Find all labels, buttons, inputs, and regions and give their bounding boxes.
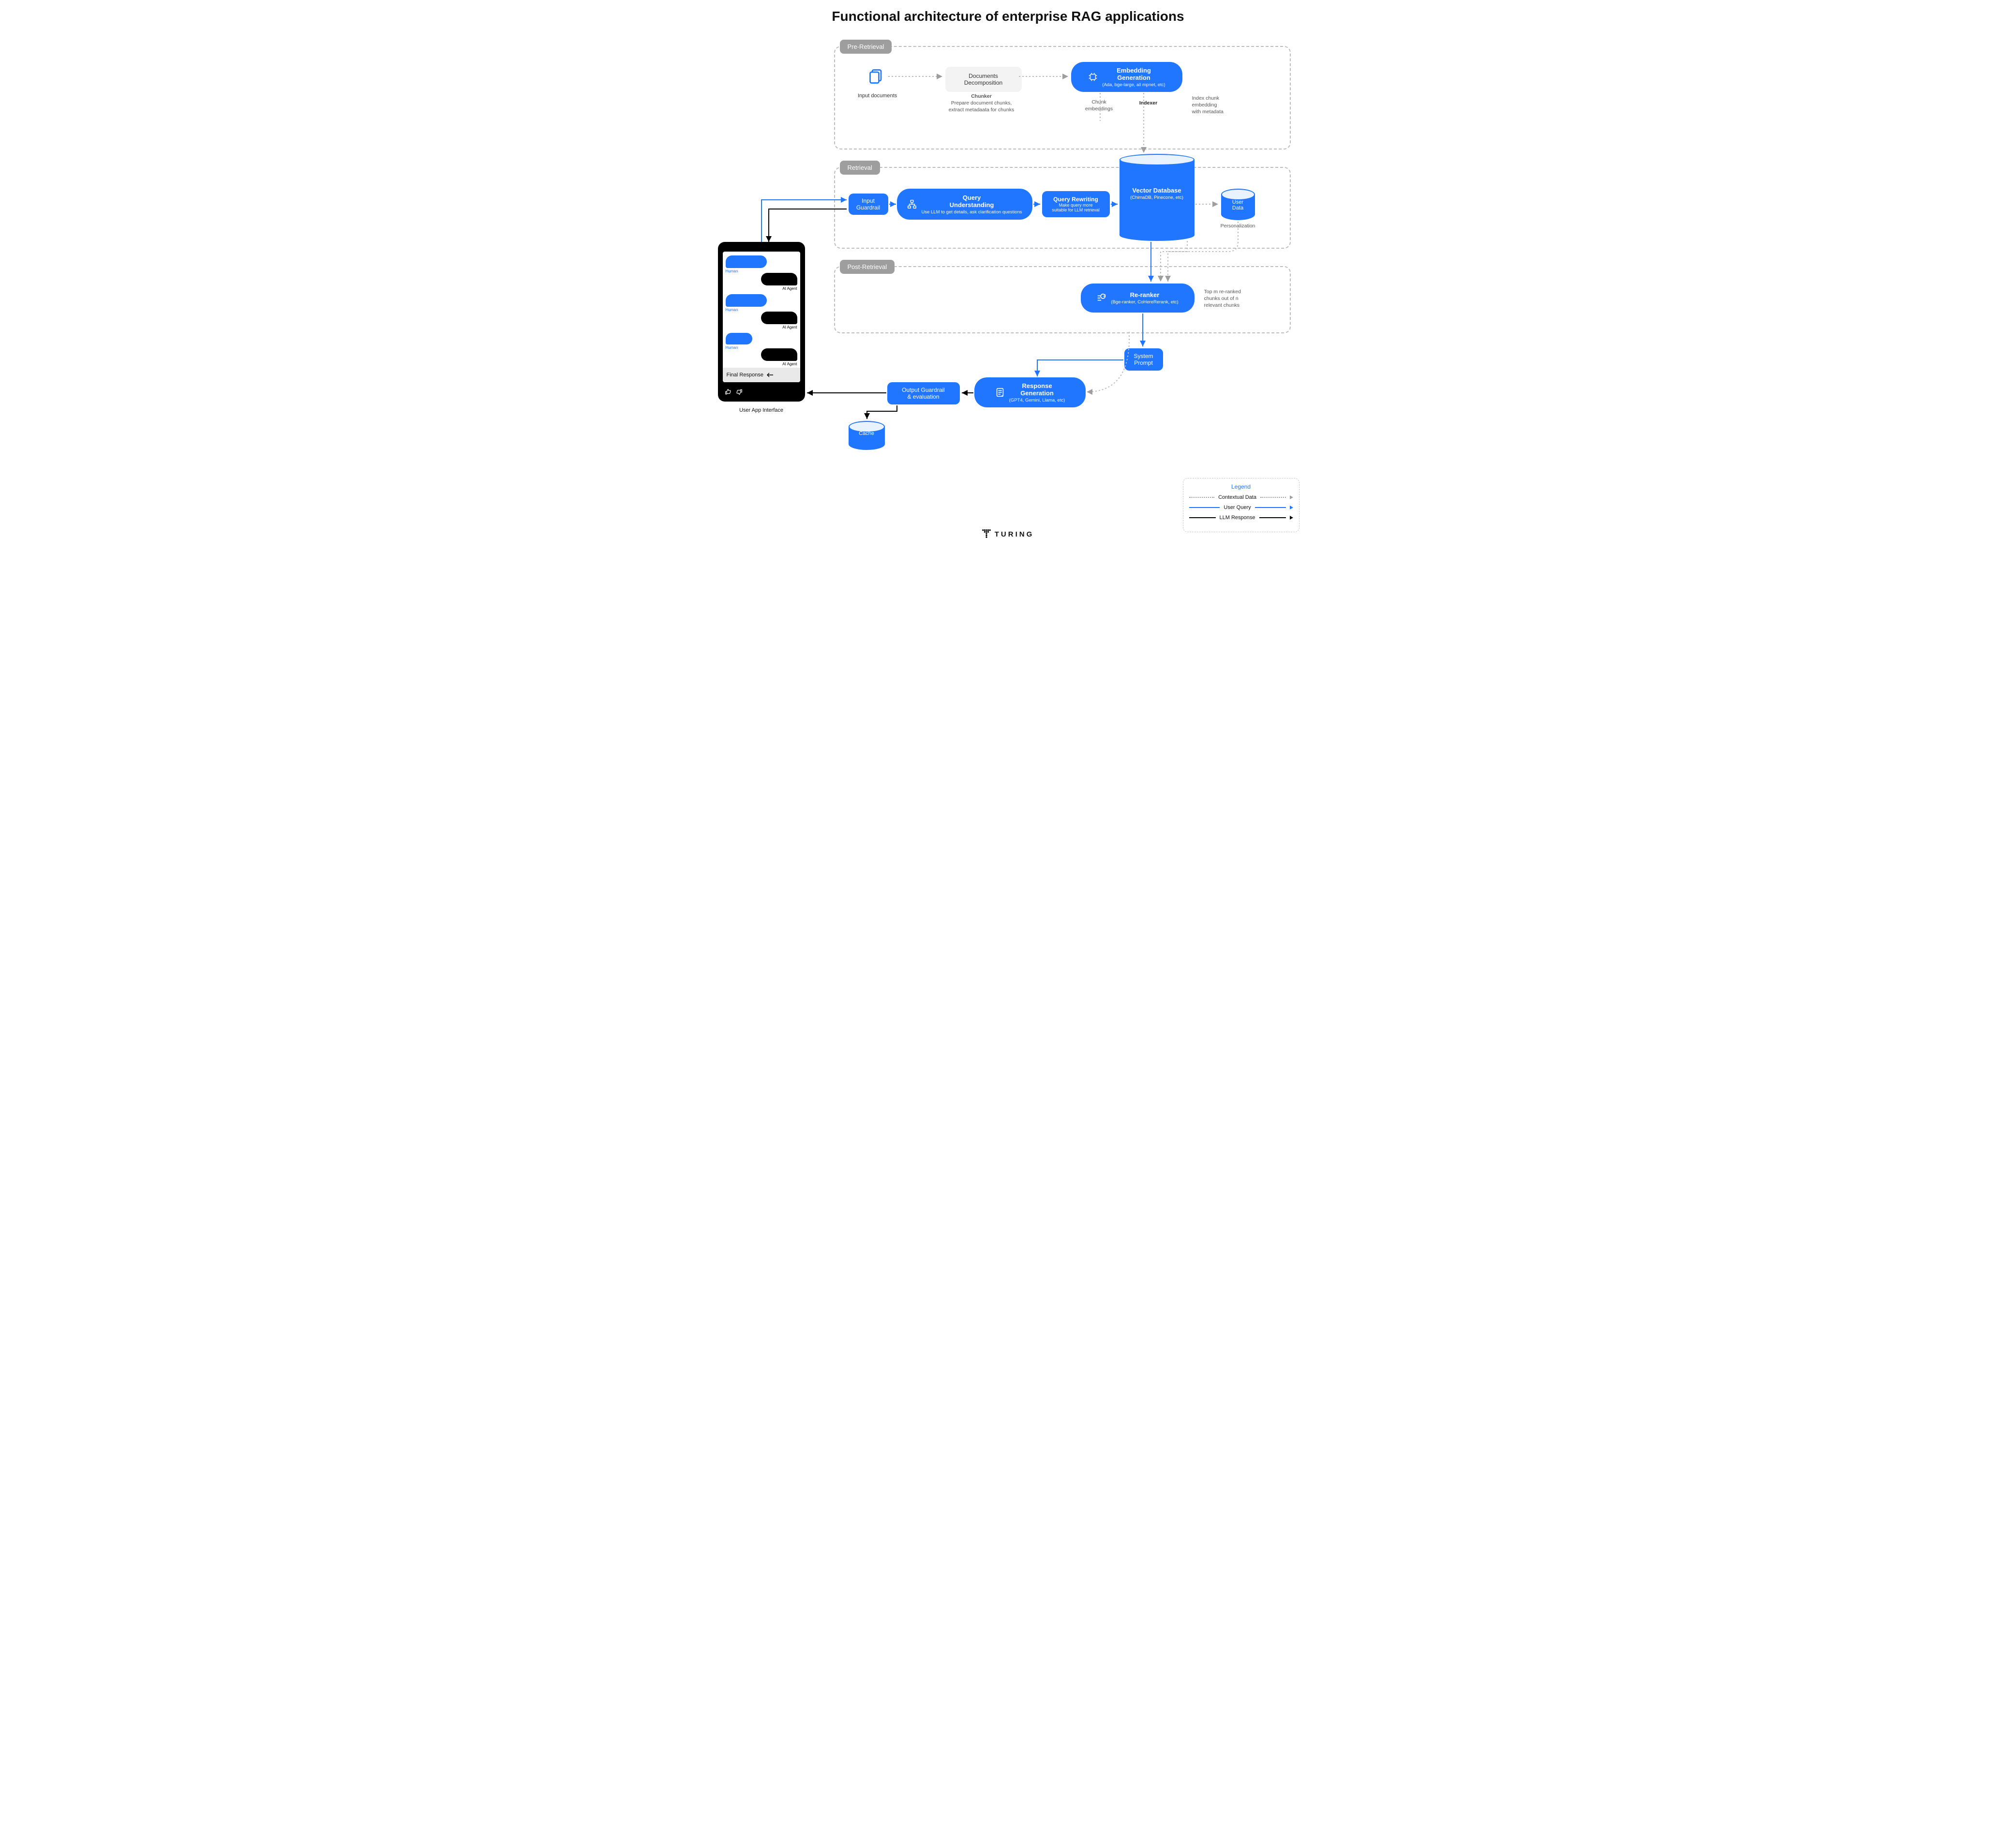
chunker-title: Chunker xyxy=(971,93,992,99)
vector-database-cylinder: Vector Database (ChimaDB, Pinecone, etc) xyxy=(1120,154,1195,241)
phone-caption: User App Interface xyxy=(718,407,805,413)
tree-icon xyxy=(907,199,917,209)
vector-db-desc: (ChimaDB, Pinecone, etc) xyxy=(1120,195,1195,200)
chat-label-agent: AI Agent xyxy=(782,325,797,329)
personalization-label: Personalization xyxy=(1216,223,1260,229)
reranker-desc: (Bge-ranker, CoHereRerank, etc) xyxy=(1111,299,1178,305)
final-response-label: Final Response xyxy=(727,372,763,378)
thumbs-down-icon xyxy=(736,389,743,395)
brand-text: TURING xyxy=(995,530,1034,538)
vector-db-title: Vector Database xyxy=(1120,187,1195,194)
phase-retrieval-tag: Retrieval xyxy=(840,161,880,175)
chat-bubble-human xyxy=(726,333,752,344)
input-documents-label: Input documents xyxy=(849,93,907,99)
cache-cylinder: Cache xyxy=(849,421,885,450)
arrow-left-icon xyxy=(766,373,773,377)
query-understanding-title: Query Understanding xyxy=(921,194,1022,209)
legend-box: Legend Contextual Data User Query LLM Re… xyxy=(1183,478,1299,532)
rerank-icon xyxy=(1096,293,1107,303)
chunk-embeddings-label: Chunk embeddings xyxy=(1080,99,1119,112)
legend-row-userquery: User Query xyxy=(1189,505,1293,510)
chat-bubble-agent xyxy=(761,348,797,361)
user-data-cylinder: User Data xyxy=(1221,189,1255,220)
chunker-desc: Prepare document chunks, extract metadaa… xyxy=(949,100,1014,113)
indexer-label: Indexer xyxy=(1134,100,1163,106)
output-guardrail-node: Output Guardrail & evaluation xyxy=(887,382,960,404)
documents-decomposition-node: Documents Decomposition xyxy=(945,67,1022,92)
embedding-desc: (Ada, bge-large, all mpnet, etc) xyxy=(1102,82,1165,88)
user-data-label: User Data xyxy=(1221,199,1255,211)
chunker-caption: Chunker Prepare document chunks, extract… xyxy=(941,93,1023,114)
chat-bubble-agent xyxy=(761,273,797,285)
chat-bubble-human xyxy=(726,294,767,307)
response-generation-node: Response Generation (GPT4, Gemini, Llama… xyxy=(974,377,1086,407)
query-rewriting-node: Query Rewriting Make query more suitable… xyxy=(1042,191,1110,217)
reranker-title: Re-ranker xyxy=(1111,291,1178,299)
thumbs-up-icon xyxy=(725,389,732,395)
chat-bubble-agent xyxy=(761,312,797,324)
chat-label-agent: AI Agent xyxy=(782,286,797,291)
legend-row-llm: LLM Response xyxy=(1189,515,1293,521)
turing-logo-icon xyxy=(982,529,991,540)
chat-label-human: Human xyxy=(726,269,738,273)
brand-footer: TURING xyxy=(703,529,1313,540)
response-gen-desc: (GPT4, Gemini, Llama, etc) xyxy=(1009,398,1065,403)
index-note-label: Index chunk embedding with metadata xyxy=(1192,95,1245,116)
legend-llm-label: LLM Response xyxy=(1220,515,1255,521)
phase-post-retrieval-tag: Post-Retrieval xyxy=(840,260,895,274)
chat-label-human: Human xyxy=(726,345,738,350)
phase-pre-retrieval-tag: Pre-Retrieval xyxy=(840,40,892,54)
system-prompt-node: System Prompt xyxy=(1124,348,1163,371)
embedding-generation-node: Embedding Generation (Ada, bge-large, al… xyxy=(1071,62,1182,92)
chip-icon xyxy=(1088,72,1098,82)
phone-screen: Human AI Agent Human AI Agent Human AI A… xyxy=(723,252,800,382)
legend-userquery-label: User Query xyxy=(1224,505,1251,510)
reranker-note: Top m re-ranked chunks out of n relevant… xyxy=(1204,288,1262,309)
cache-label: Cache xyxy=(849,431,885,436)
chat-label-human: Human xyxy=(726,308,738,312)
diagram-title: Functional architecture of enterprise RA… xyxy=(703,9,1313,24)
phone-mockup: Human AI Agent Human AI Agent Human AI A… xyxy=(718,242,805,402)
chat-label-agent: AI Agent xyxy=(782,362,797,366)
chat-bubble-human xyxy=(726,255,767,268)
input-guardrail-node: Input Guardrail xyxy=(849,194,888,215)
query-rewriting-title: Query Rewriting xyxy=(1052,196,1100,203)
thumbs-icons xyxy=(725,389,743,397)
legend-title: Legend xyxy=(1189,483,1293,490)
response-gen-title: Response Generation xyxy=(1009,382,1065,397)
document-lines-icon xyxy=(995,387,1005,398)
reranker-node: Re-ranker (Bge-ranker, CoHereRerank, etc… xyxy=(1081,284,1195,313)
embedding-title: Embedding Generation xyxy=(1102,67,1165,81)
query-rewriting-desc: Make query more suitable for LLM retriev… xyxy=(1052,203,1100,212)
query-understanding-desc: Use LLM to get details, ask clarificatio… xyxy=(921,209,1022,215)
query-understanding-node: Query Understanding Use LLM to get detai… xyxy=(897,189,1032,220)
documents-icon xyxy=(868,68,885,85)
legend-contextual-label: Contextual Data xyxy=(1218,494,1256,500)
final-response-bar: Final Response xyxy=(723,368,800,382)
legend-row-contextual: Contextual Data xyxy=(1189,494,1293,500)
